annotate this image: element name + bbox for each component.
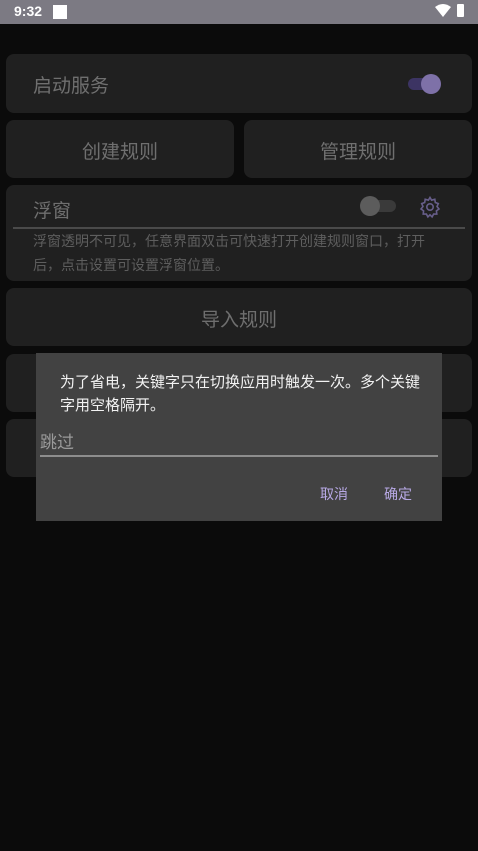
manage-rule-label: 管理规则 <box>319 141 396 163</box>
cancel-button[interactable]: 取消 <box>320 484 348 504</box>
start-service-toggle[interactable] <box>406 73 446 95</box>
status-icons <box>435 4 464 17</box>
battery-icon <box>457 4 464 17</box>
float-window-hint: 浮窗透明不可见，任意界面双击可快速打开创建规则窗口，打开后，点击设置可设置浮窗位… <box>33 234 425 274</box>
dialog-message: 为了省电，关键字只在切换应用时触发一次。多个关键字用空格隔开。 <box>60 373 421 414</box>
keyword-dialog: 为了省电，关键字只在切换应用时触发一次。多个关键字用空格隔开。 取消 确定 <box>36 353 442 521</box>
float-window-card: 浮窗 浮窗透明不可见，任意界面双击可快速打开创建规则窗口，打开后，点击设置可设置… <box>6 185 472 281</box>
keyword-input[interactable] <box>40 425 438 457</box>
gear-icon[interactable] <box>418 195 442 219</box>
float-window-toggle[interactable] <box>360 195 400 217</box>
status-bar: 9:32 <box>0 0 478 24</box>
float-window-divider <box>13 227 465 229</box>
create-rule-button[interactable]: 创建规则 <box>6 120 234 178</box>
manage-rule-button[interactable]: 管理规则 <box>244 120 472 178</box>
wifi-icon <box>435 4 451 17</box>
float-window-label: 浮窗 <box>33 200 72 222</box>
toggle-thumb <box>360 196 380 216</box>
create-rule-label: 创建规则 <box>81 141 158 163</box>
import-rule-button[interactable]: 导入规则 <box>6 288 472 346</box>
confirm-button[interactable]: 确定 <box>384 484 412 504</box>
import-rule-label: 导入规则 <box>200 309 277 331</box>
start-service-card[interactable]: 启动服务 <box>6 54 472 113</box>
toggle-thumb <box>421 74 441 94</box>
notification-icon <box>53 5 67 19</box>
start-service-label: 启动服务 <box>33 75 110 97</box>
status-time: 9:32 <box>14 3 43 19</box>
